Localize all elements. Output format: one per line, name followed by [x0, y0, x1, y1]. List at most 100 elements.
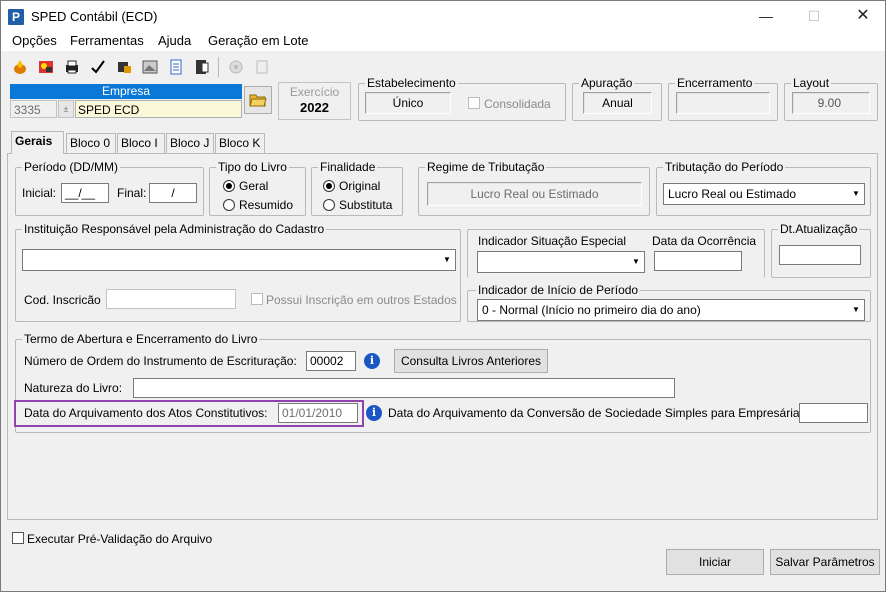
exercicio-box: Exercício 2022: [278, 82, 351, 120]
data-ocorrencia-field[interactable]: [654, 251, 742, 271]
menu-geracao-lote[interactable]: Geração em Lote: [208, 33, 308, 48]
exercicio-label: Exercício: [289, 85, 340, 99]
tipo-livro-label: Tipo do Livro: [216, 160, 289, 174]
list-icon[interactable]: [164, 55, 188, 79]
inicio-periodo-select[interactable]: 0 - Normal (Início no primeiro dia do an…: [477, 299, 865, 321]
menu-ajuda[interactable]: Ajuda: [158, 33, 191, 48]
menu-ferramentas[interactable]: Ferramentas: [70, 33, 144, 48]
apuracao-value: Anual: [583, 92, 652, 114]
apuracao-label: Apuração: [579, 76, 635, 90]
situacao-select[interactable]: ▼: [477, 251, 645, 273]
encerramento-label: Encerramento: [675, 76, 755, 90]
final-field[interactable]: /: [149, 183, 197, 203]
cod-inscricao-field[interactable]: [106, 289, 236, 309]
people-icon[interactable]: [34, 55, 58, 79]
window-title: SPED Contábil (ECD): [31, 9, 158, 24]
title-bar: P SPED Contábil (ECD) — ☐ ✕: [1, 1, 885, 31]
chevron-down-icon: ▼: [443, 255, 451, 264]
regime-value: Lucro Real ou Estimado: [427, 182, 642, 206]
empresa-header: Empresa: [10, 84, 242, 99]
tipo-resumido-label: Resumido: [239, 198, 294, 212]
finalidade-substituta-label: Substituta: [339, 198, 393, 212]
instituicao-group: Instituição Responsável pela Administraç…: [15, 222, 461, 322]
prevalidacao-label: Executar Pré-Validação do Arquivo: [27, 532, 213, 546]
folder-icon: [249, 94, 267, 107]
tributacao-label: Tributação do Período: [663, 160, 786, 174]
info-icon[interactable]: i: [366, 405, 382, 421]
possui-inscricao-label: Possui Inscrição em outros Estados: [266, 293, 457, 307]
instituicao-select[interactable]: ▼: [22, 249, 456, 271]
tab-bloco-j[interactable]: Bloco J: [166, 133, 214, 153]
chevron-down-icon: ▼: [852, 189, 860, 198]
tab-bloco-k[interactable]: Bloco K: [215, 133, 265, 153]
final-label: Final:: [117, 186, 147, 200]
image-icon[interactable]: [138, 55, 162, 79]
copy-icon[interactable]: [250, 55, 274, 79]
arquivamento-label: Data do Arquivamento dos Atos Constituti…: [24, 406, 268, 420]
inicio-periodo-label: Indicador de Início de Período: [476, 283, 641, 297]
prevalidacao-checkbox[interactable]: [12, 532, 24, 544]
estabelecimento-label: Estabelecimento: [365, 76, 458, 90]
natureza-label: Natureza do Livro:: [24, 381, 123, 395]
inicial-field[interactable]: __/__: [61, 183, 109, 203]
close-button[interactable]: ✕: [843, 5, 883, 27]
consolidada-checkbox[interactable]: [468, 97, 480, 109]
finalidade-original-label: Original: [339, 179, 381, 193]
ordem-field[interactable]: 00002: [306, 351, 356, 371]
app-icon: P: [8, 9, 24, 25]
tributacao-select[interactable]: Lucro Real ou Estimado ▼: [663, 183, 865, 205]
open-folder-button[interactable]: [244, 86, 272, 114]
salvar-parametros-button[interactable]: Salvar Parâmetros: [770, 549, 880, 575]
toolbar: [8, 55, 308, 81]
encerramento-value: [676, 92, 770, 114]
tipo-geral-label: Geral: [239, 179, 269, 193]
dt-atualizacao-field[interactable]: [779, 245, 861, 265]
finalidade-substituta-radio[interactable]: [323, 199, 335, 211]
info-icon[interactable]: i: [364, 353, 380, 369]
instituicao-label: Instituição Responsável pela Administraç…: [22, 222, 327, 236]
database-icon[interactable]: [112, 55, 136, 79]
empresa-code-field[interactable]: 3335: [10, 100, 57, 118]
tab-bloco-i[interactable]: Bloco I: [117, 133, 165, 153]
maximize-button[interactable]: ☐: [794, 5, 834, 27]
periodo-label: Período (DD/MM): [22, 160, 121, 174]
document-icon[interactable]: [190, 55, 214, 79]
tipo-geral-radio[interactable]: [223, 180, 235, 192]
toolbar-separator: [218, 57, 219, 77]
disk-icon[interactable]: [224, 55, 248, 79]
regime-label: Regime de Tributação: [425, 160, 547, 174]
menu-bar: Opções Ferramentas Ajuda Geração em Lote: [1, 31, 885, 51]
fire-icon[interactable]: [8, 55, 32, 79]
dt-atualizacao-label: Dt.Atualização: [778, 222, 860, 236]
natureza-field[interactable]: [133, 378, 675, 398]
finalidade-label: Finalidade: [318, 160, 378, 174]
checkmark-icon[interactable]: [86, 55, 110, 79]
consulta-livros-button[interactable]: Consulta Livros Anteriores: [394, 349, 548, 373]
estabelecimento-value: Único: [365, 92, 451, 114]
tab-gerais[interactable]: Gerais: [11, 131, 64, 154]
tab-bloco-0[interactable]: Bloco 0: [66, 133, 116, 153]
empresa-name-field[interactable]: SPED ECD: [75, 100, 242, 118]
situacao-label: Indicador Situação Especial: [478, 234, 627, 248]
exercicio-value: 2022: [300, 100, 329, 115]
inicial-label: Inicial:: [22, 186, 57, 200]
minimize-button[interactable]: —: [746, 5, 786, 27]
termo-label: Termo de Abertura e Encerramento do Livr…: [22, 332, 260, 346]
chevron-down-icon: ▼: [852, 305, 860, 314]
possui-inscricao-checkbox[interactable]: [251, 293, 263, 305]
menu-opcoes[interactable]: Opções: [12, 33, 57, 48]
conversao-field[interactable]: [799, 403, 868, 423]
layout-label: Layout: [791, 76, 832, 90]
chevron-down-icon: ▼: [632, 257, 640, 266]
consolidada-label: Consolidada: [484, 97, 551, 111]
iniciar-button[interactable]: Iniciar: [666, 549, 764, 575]
printer-icon[interactable]: [60, 55, 84, 79]
finalidade-original-radio[interactable]: [323, 180, 335, 192]
tipo-resumido-radio[interactable]: [223, 199, 235, 211]
arquivamento-field[interactable]: 01/01/2010: [278, 403, 358, 423]
data-ocorrencia-label: Data da Ocorrência: [652, 234, 757, 248]
inicio-periodo-select-value: 0 - Normal (Início no primeiro dia do an…: [482, 303, 701, 317]
empresa-spin-icon[interactable]: ±: [58, 100, 74, 118]
conversao-label: Data do Arquivamento da Conversão de Soc…: [388, 406, 803, 420]
cod-inscricao-label: Cod. Inscricão: [24, 293, 101, 307]
